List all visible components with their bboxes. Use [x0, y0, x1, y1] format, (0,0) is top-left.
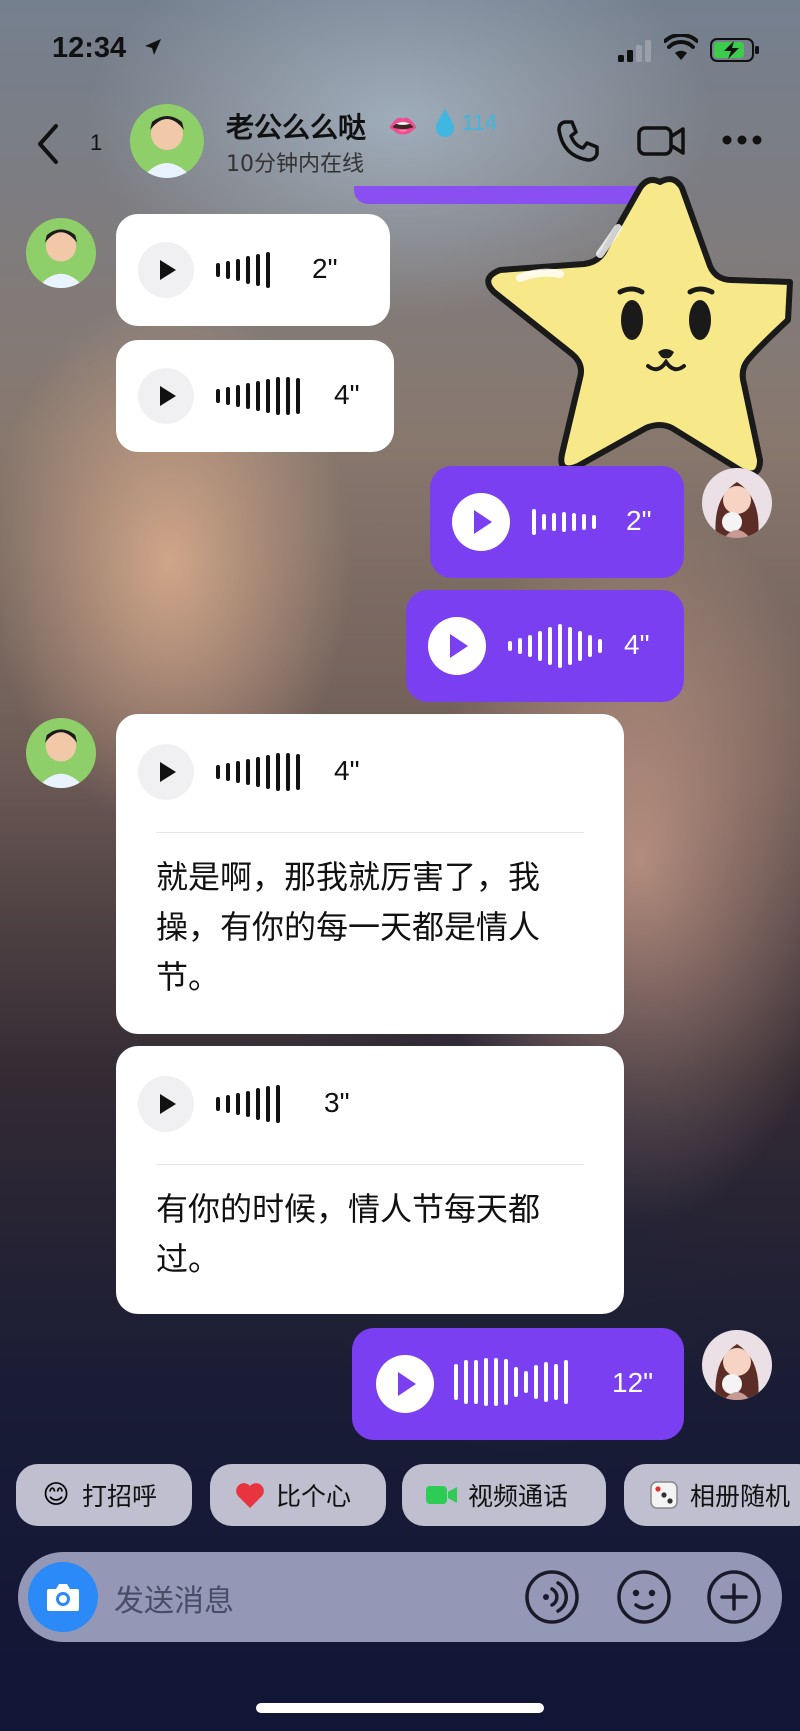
unread-count: 1	[90, 130, 103, 155]
voice-message-bubble[interactable]: 4"	[406, 590, 684, 702]
play-icon[interactable]	[428, 617, 486, 675]
home-indicator	[256, 1703, 544, 1713]
star-sticker	[485, 176, 793, 477]
quick-reply-heart[interactable]: 比个心	[210, 1464, 386, 1526]
quick-reply-video-call[interactable]: 视频通话	[402, 1464, 606, 1526]
quick-reply-label: 相册随机	[690, 1482, 791, 1511]
voice-input-icon[interactable]	[524, 1569, 580, 1625]
location-arrow-icon	[145, 39, 161, 55]
voice-waveform	[454, 1358, 568, 1406]
transcript-divider	[156, 832, 584, 833]
lips-emoji: 👄	[388, 112, 418, 140]
battery-charging-icon	[710, 38, 759, 62]
video-call-icon[interactable]	[636, 118, 686, 164]
intimacy-score: 114	[462, 110, 498, 135]
quick-reply-label: 比个心	[276, 1482, 352, 1511]
user-message-avatar[interactable]	[702, 468, 772, 538]
play-icon[interactable]	[138, 1076, 194, 1132]
camera-icon	[47, 1584, 79, 1611]
voice-duration: 4"	[624, 629, 650, 660]
voice-transcript: 就是啊，那我就厉害了，我操，有你的每一天都是情人节。	[156, 858, 541, 996]
voice-waveform	[216, 376, 300, 416]
voice-duration: 3"	[324, 1087, 350, 1118]
voice-message-bubble[interactable]: 12"	[352, 1328, 684, 1440]
quick-reply-label: 视频通话	[468, 1482, 569, 1511]
quick-reply-greeting[interactable]: 😊 打招呼	[16, 1464, 192, 1526]
user-message-avatar[interactable]	[702, 1330, 772, 1400]
play-icon[interactable]	[452, 493, 510, 551]
play-icon[interactable]	[138, 242, 194, 298]
contact-avatar[interactable]	[130, 104, 204, 178]
voice-duration: 4"	[334, 755, 360, 786]
voice-waveform	[216, 752, 300, 792]
back-arrow-icon[interactable]	[34, 122, 64, 166]
play-icon[interactable]	[138, 744, 194, 800]
voice-message-bubble[interactable]: 2"	[116, 214, 390, 326]
transcript-divider	[156, 1164, 584, 1165]
voice-waveform	[532, 502, 596, 542]
add-icon[interactable]	[706, 1569, 762, 1625]
voice-transcript: 有你的时候，情人节每天都过。	[156, 1190, 541, 1278]
voice-message-bubble[interactable]: 2"	[430, 466, 684, 578]
more-options-icon[interactable]	[722, 134, 762, 146]
voice-duration: 4"	[334, 379, 360, 410]
quick-reply-random-album[interactable]: 相册随机	[624, 1464, 800, 1526]
voice-duration: 2"	[626, 505, 652, 536]
voice-message-bubble[interactable]: 4"	[116, 340, 394, 452]
voice-waveform	[508, 624, 602, 668]
message-input-bar: 发送消息	[18, 1552, 782, 1642]
voice-message-bubble[interactable]: 3" 有你的时候，情人节每天都过。	[116, 1046, 624, 1314]
water-drop-icon	[436, 109, 454, 137]
play-icon[interactable]	[376, 1355, 434, 1413]
dice-icon	[648, 1479, 680, 1511]
contact-message-avatar[interactable]	[26, 718, 96, 788]
contact-name: 老公么么哒	[226, 111, 367, 144]
voice-waveform	[216, 1084, 280, 1124]
voice-message-bubble[interactable]: 4" 就是啊，那我就厉害了，我操，有你的每一天都是情人节。	[116, 714, 624, 1034]
phone-call-icon[interactable]	[555, 118, 601, 164]
status-time: 12:34	[52, 32, 127, 64]
cellular-signal-icon	[618, 40, 651, 62]
play-icon[interactable]	[138, 368, 194, 424]
message-input[interactable]: 发送消息	[114, 1576, 234, 1620]
camera-button[interactable]	[28, 1562, 98, 1632]
voice-duration: 2"	[312, 253, 338, 284]
emoji-icon[interactable]	[616, 1569, 672, 1625]
video-camera-icon	[426, 1479, 458, 1511]
contact-message-avatar[interactable]	[26, 218, 96, 288]
wifi-icon	[664, 34, 698, 60]
voice-waveform	[216, 250, 270, 290]
heart-icon	[234, 1479, 266, 1511]
online-status: 10分钟内在线	[226, 152, 364, 177]
status-bar: 12:34	[0, 0, 800, 92]
greeting-emoji-icon: 😊	[42, 1480, 70, 1510]
voice-duration: 12"	[612, 1367, 654, 1398]
quick-reply-label: 打招呼	[82, 1482, 158, 1511]
